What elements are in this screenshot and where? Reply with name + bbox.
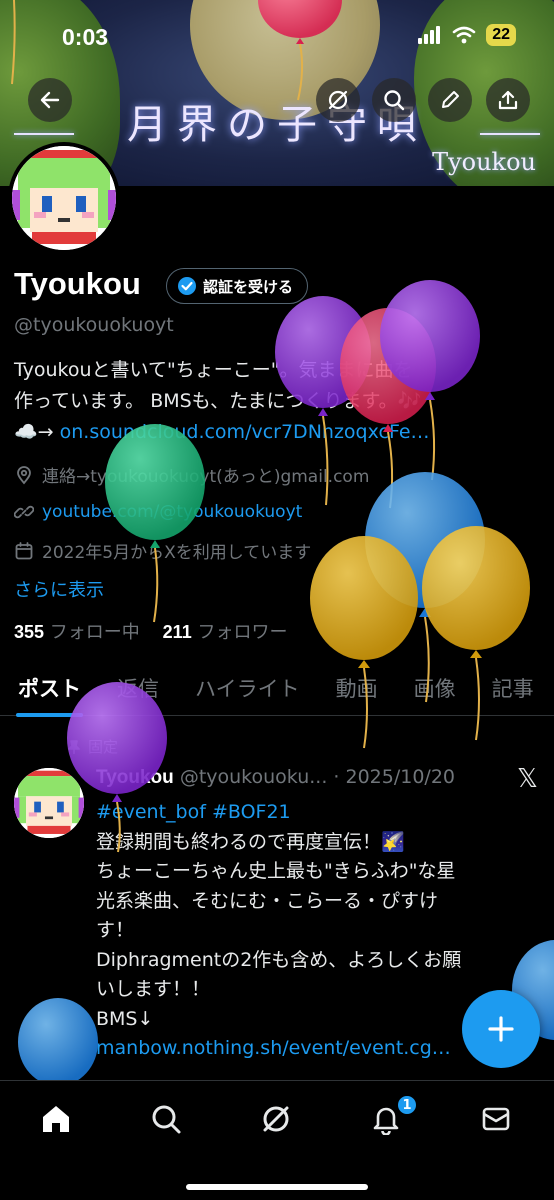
status-indicators: 22 <box>418 24 516 46</box>
profile-avatar[interactable] <box>8 142 120 254</box>
back-button[interactable] <box>28 78 72 122</box>
followers-count: 211 <box>162 622 192 642</box>
get-verified-button[interactable]: 認証を受ける <box>166 268 309 304</box>
location-pin-icon <box>17 465 31 484</box>
edit-button[interactable] <box>428 78 472 122</box>
nav-home[interactable] <box>36 1099 76 1139</box>
tab-videos[interactable]: 動画 <box>318 660 396 716</box>
tweet-header: Tyoukou @tyoukouoku... · 2025/10/20 <box>96 766 455 789</box>
balloon-green <box>105 424 205 623</box>
mail-icon <box>482 1107 510 1131</box>
show-more-link[interactable]: さらに表示 <box>14 576 104 602</box>
bio-soundcloud-link[interactable]: on.soundcloud.com/vcr7DNnzoqxcFe… <box>60 421 430 443</box>
profile-handle: @tyoukouokuoyt <box>14 314 174 336</box>
balloon-yellow-1 <box>310 536 418 749</box>
contact-text: 連絡→tyoukouokuoyt(あっと)gmail.com <box>42 467 370 487</box>
tab-posts[interactable]: ポスト <box>0 660 99 717</box>
website-link[interactable]: youtube.com/@tyoukouokuoyt <box>42 502 302 522</box>
bio-line: Tyoukouと書いて"ちょーこー"。気ままに曲を <box>14 359 413 381</box>
notification-badge: 1 <box>396 1094 418 1116</box>
back-arrow-icon <box>40 91 60 109</box>
tab-highlights[interactable]: ハイライト <box>177 660 318 716</box>
tab-articles[interactable]: 記事 <box>474 660 552 716</box>
joined-row: 2022年5月からXを利用しています <box>14 538 311 563</box>
status-time: 0:03 <box>62 24 109 50</box>
tweet-hashtags[interactable]: #event_bof #BOF21 <box>96 798 536 828</box>
tweet-line: いします！！ <box>96 978 211 1000</box>
verified-badge-icon <box>178 277 196 295</box>
website-row: youtube.com/@tyoukouokuoyt <box>14 502 302 522</box>
pinned-indicator: 固定 <box>66 736 118 757</box>
bio-prefix: ☁️→ <box>14 421 60 443</box>
tab-images[interactable]: 画像 <box>396 660 474 716</box>
home-indicator-bar <box>186 1184 368 1190</box>
search-icon <box>384 90 405 111</box>
bio-line: ☁️→ on.soundcloud.com/vcr7DNnzoqxcFe… <box>14 417 544 448</box>
followers-stat[interactable]: 211 フォロワー <box>163 622 288 643</box>
bottom-navigation <box>0 1080 554 1200</box>
wifi-icon <box>452 26 476 44</box>
profile-name: Tyoukou <box>14 266 141 301</box>
pixel-avatar-image <box>12 146 116 250</box>
tweet-avatar[interactable] <box>14 768 84 838</box>
tweet-line: ちょーこーちゃん史上最も"きらふわ"な星 <box>96 860 456 882</box>
share-button[interactable] <box>486 78 530 122</box>
following-label: フォロー中 <box>49 622 140 643</box>
pin-icon <box>68 739 80 754</box>
tweet-line: 光系楽曲、そむにむ・こらーる・ぴすけ <box>96 889 439 912</box>
plus-icon <box>488 1016 514 1042</box>
compose-button[interactable] <box>462 990 540 1068</box>
tweet-line: す！ <box>96 919 135 941</box>
pencil-icon <box>442 91 459 108</box>
follow-stats: 355 フォロー中 211 フォロワー <box>14 618 287 644</box>
following-stat[interactable]: 355 フォロー中 <box>14 622 140 643</box>
pixel-avatar-image <box>14 768 84 838</box>
tweet-line: Diphragmentの2作も含め、よろしくお願 <box>96 948 462 971</box>
battery-indicator: 22 <box>486 24 516 46</box>
profile-bio: Tyoukouと書いて"ちょーこー"。気ままに曲を 作っています。 BMSも、た… <box>14 355 544 448</box>
grok-icon <box>263 1106 289 1132</box>
grok-icon <box>328 90 348 110</box>
joined-text: 2022年5月からXを利用しています <box>42 543 312 563</box>
tweet-date: · 2025/10/20 <box>333 766 456 788</box>
grok-button[interactable] <box>316 78 360 122</box>
tweet-author-handle[interactable]: @tyoukouoku... <box>180 766 328 788</box>
signal-icon <box>418 26 441 44</box>
share-icon <box>498 90 518 110</box>
profile-tabs: ポスト 返信 ハイライト 動画 画像 記事 <box>0 660 554 717</box>
home-icon <box>43 1106 69 1132</box>
link-icon <box>14 505 34 519</box>
followers-label: フォロワー <box>197 622 288 643</box>
balloon-blue-bottom-left <box>18 998 98 1086</box>
nav-grok[interactable] <box>256 1099 296 1139</box>
tab-replies[interactable]: 返信 <box>99 660 177 716</box>
following-count: 355 <box>14 622 45 642</box>
nav-search[interactable] <box>146 1099 186 1139</box>
nav-messages[interactable] <box>476 1099 516 1139</box>
banner-subtitle: Tyoukou <box>432 148 536 176</box>
bio-line: 作っています。 BMSも、たまにつくります。🎶 <box>14 390 422 412</box>
x-logo-icon: 𝕏 <box>517 764 538 794</box>
pinned-label: 固定 <box>88 738 119 756</box>
search-button[interactable] <box>372 78 416 122</box>
calendar-icon <box>15 541 33 559</box>
contact-row: 連絡→tyoukouokuoyt(あっと)gmail.com <box>14 462 369 487</box>
search-icon <box>152 1105 181 1134</box>
tweet-author-name[interactable]: Tyoukou <box>96 767 174 788</box>
get-verified-label: 認証を受ける <box>203 277 294 296</box>
tweet-line: 登録期間も終わるので再度宣伝！🌠 <box>96 830 405 853</box>
